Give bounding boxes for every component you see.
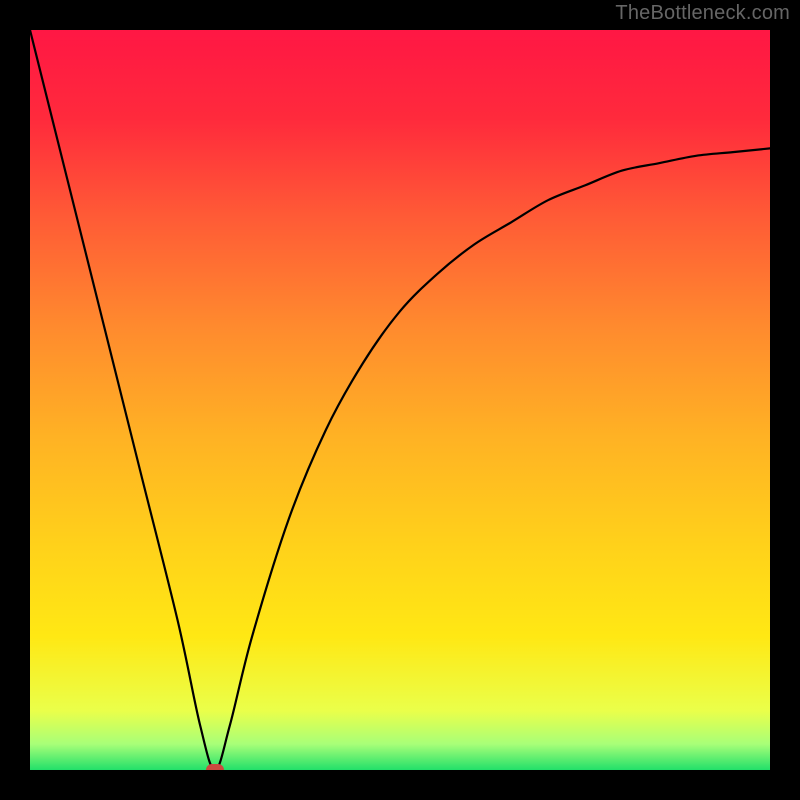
- minimum-marker: [206, 764, 224, 770]
- watermark-label: TheBottleneck.com: [615, 2, 790, 25]
- bottleneck-curve: [30, 30, 770, 770]
- plot-area: [30, 30, 770, 770]
- chart-frame: TheBottleneck.com: [0, 0, 800, 800]
